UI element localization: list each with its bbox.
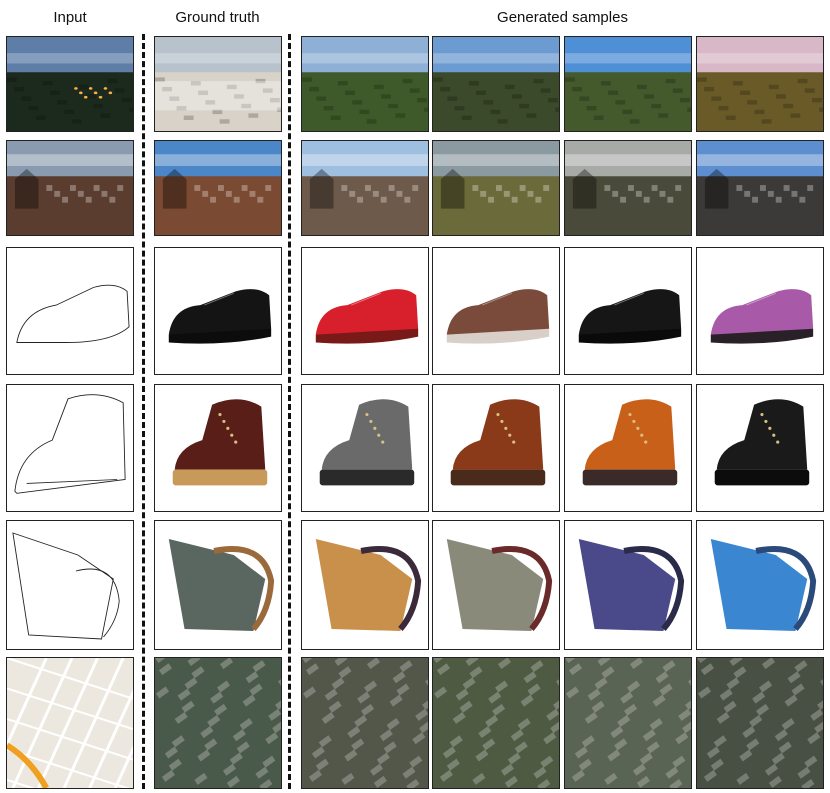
shoe-oxford-sample-2-image xyxy=(432,247,560,375)
boot-ground-truth-image xyxy=(154,384,282,512)
town-church-sample-4-image xyxy=(696,140,824,236)
map-aerial-ground-truth-image xyxy=(154,657,282,789)
city-dusk-sample-1-image xyxy=(301,36,429,132)
map-aerial-sample-3-image xyxy=(564,657,692,789)
map-aerial-sample-1-image xyxy=(301,657,429,789)
boot-sample-1-image xyxy=(301,384,429,512)
handbag-input-image xyxy=(6,520,134,650)
city-dusk-sample-4-image xyxy=(696,36,824,132)
map-aerial-input-image xyxy=(6,657,134,789)
header-input: Input xyxy=(53,9,87,26)
handbag-ground-truth-image xyxy=(154,520,282,650)
town-church-ground-truth-image xyxy=(154,140,282,236)
map-aerial-sample-4-image xyxy=(696,657,824,789)
town-church-sample-3-image xyxy=(564,140,692,236)
town-church-input-image xyxy=(6,140,134,236)
column-divider-left xyxy=(142,34,145,789)
shoe-oxford-ground-truth-image xyxy=(154,247,282,375)
map-aerial-sample-2-image xyxy=(432,657,560,789)
city-dusk-ground-truth-image xyxy=(154,36,282,132)
town-church-sample-1-image xyxy=(301,140,429,236)
town-church-sample-2-image xyxy=(432,140,560,236)
shoe-oxford-sample-1-image xyxy=(301,247,429,375)
shoe-oxford-sample-3-image xyxy=(564,247,692,375)
handbag-sample-4-image xyxy=(696,520,824,650)
boot-sample-2-image xyxy=(432,384,560,512)
header-generated-samples: Generated samples xyxy=(497,9,628,26)
boot-input-image xyxy=(6,384,134,512)
shoe-oxford-input-image xyxy=(6,247,134,375)
handbag-sample-1-image xyxy=(301,520,429,650)
boot-sample-3-image xyxy=(564,384,692,512)
city-dusk-input-image xyxy=(6,36,134,132)
handbag-sample-3-image xyxy=(564,520,692,650)
shoe-oxford-sample-4-image xyxy=(696,247,824,375)
column-divider-right xyxy=(288,34,291,789)
handbag-sample-2-image xyxy=(432,520,560,650)
city-dusk-sample-2-image xyxy=(432,36,560,132)
boot-sample-4-image xyxy=(696,384,824,512)
header-ground-truth: Ground truth xyxy=(175,9,260,26)
city-dusk-sample-3-image xyxy=(564,36,692,132)
